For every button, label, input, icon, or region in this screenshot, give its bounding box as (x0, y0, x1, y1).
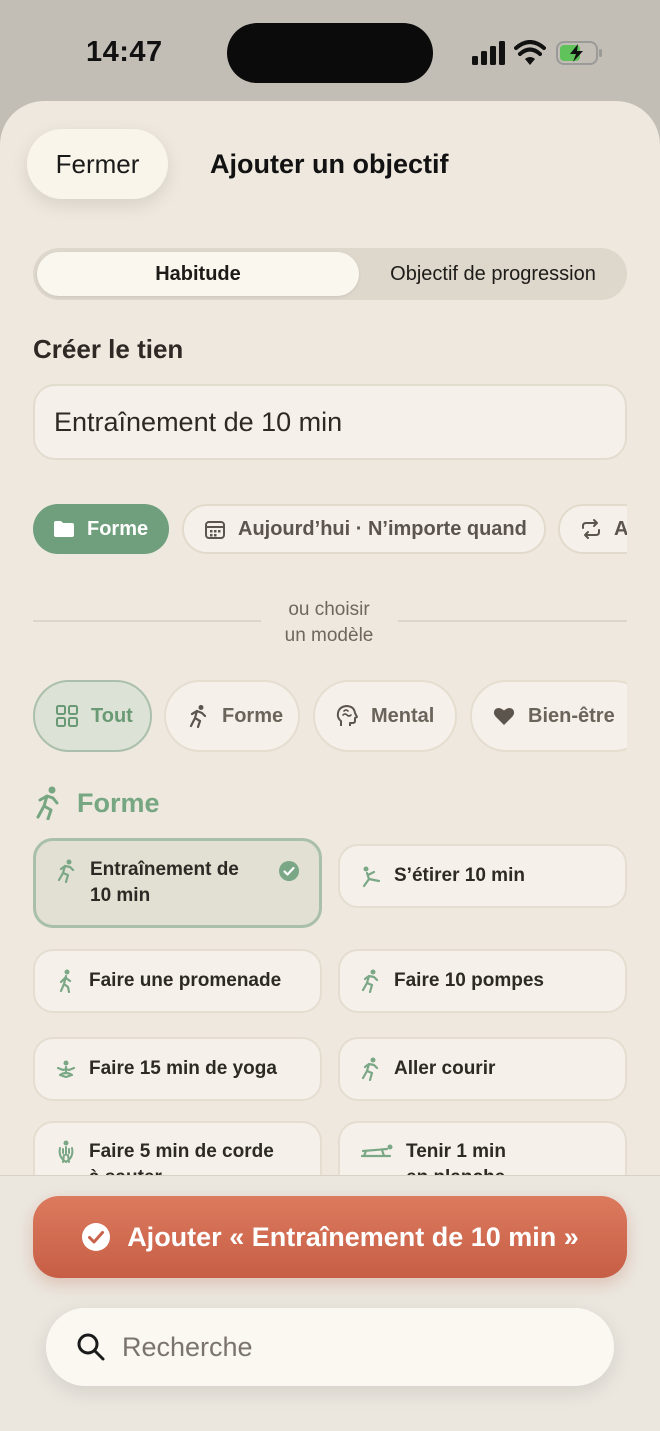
running-icon (57, 859, 75, 883)
plank-icon (360, 1144, 393, 1158)
template-divider-text: ou choisir un modèle (262, 597, 396, 649)
add-goal-button-label: Ajouter « Entraînement de 10 min » (127, 1221, 579, 1252)
template-card[interactable]: Faire une promenade (33, 949, 322, 1013)
template-card[interactable]: Entraînement de 10 min (33, 838, 322, 928)
segment-habit[interactable]: Habitude (37, 252, 359, 296)
template-card-label: Faire 10 pompes (394, 970, 544, 991)
template-card-label: Faire 15 min de yoga (89, 1058, 277, 1079)
template-card-line: Faire 5 min de corde (89, 1141, 274, 1162)
template-card-text: Entraînement de 10 min (90, 857, 239, 909)
search-bar[interactable] (46, 1308, 614, 1386)
category-chip[interactable]: Forme (33, 504, 169, 554)
divider-line-right (398, 620, 627, 622)
grid-icon (56, 705, 78, 727)
running-icon (36, 786, 59, 820)
repeat-icon (582, 519, 600, 539)
search-input[interactable] (122, 1331, 562, 1363)
repeat-chip[interactable]: A (558, 504, 627, 554)
wifi-icon (514, 40, 546, 65)
goal-name-input[interactable] (33, 384, 627, 460)
yoga-icon (56, 1060, 76, 1079)
jump-rope-icon (58, 1140, 74, 1163)
create-own-label: Créer le tien (33, 334, 184, 364)
dynamic-island (227, 23, 433, 83)
bottom-action-panel: Ajouter « Entraînement de 10 min » (0, 1175, 660, 1431)
sheet-title: Ajouter un objectif (210, 149, 449, 179)
add-goal-sheet: Fermer Ajouter un objectif Habitude Obje… (0, 101, 660, 1431)
status-time: 14:47 (86, 36, 163, 68)
template-card[interactable]: Faire 15 min de yoga (33, 1037, 322, 1101)
category-chip-label: Forme (87, 517, 149, 540)
filter-wellbeing-label: Bien-être (528, 704, 615, 727)
filter-mental[interactable]: Mental (313, 680, 457, 752)
divider-line-2: un modèle (284, 625, 374, 646)
template-card-label: Aller courir (394, 1058, 496, 1079)
stretch-icon (362, 866, 381, 888)
divider-line-left (33, 620, 261, 622)
battery-charging-icon (556, 41, 602, 65)
goal-options-row: Forme Aujourd’hui · N’importe quand A (33, 504, 627, 554)
template-category-filter: Tout Forme Mental Bien-être (33, 680, 627, 752)
divider-line-1: ou choisir (288, 599, 370, 620)
checkmark-circle-icon (82, 1223, 111, 1251)
filter-mental-label: Mental (371, 704, 435, 727)
running-icon (361, 969, 379, 993)
filter-fitness[interactable]: Forme (164, 680, 300, 752)
folder-icon (54, 521, 74, 537)
filter-all-label: Tout (91, 704, 133, 727)
filter-fitness-label: Forme (222, 704, 284, 727)
template-card[interactable]: Aller courir (338, 1037, 627, 1101)
brain-icon (336, 705, 358, 726)
segment-progress-goal[interactable]: Objectif de progression (363, 252, 623, 296)
template-card-line: 10 min (90, 885, 151, 906)
template-group-header: Forme (33, 783, 160, 823)
running-icon (189, 705, 207, 728)
cellular-signal-icon (472, 41, 505, 65)
heart-icon (493, 707, 515, 725)
close-button[interactable]: Fermer (27, 129, 168, 199)
template-card-label: S’étirer 10 min (394, 865, 525, 886)
template-card-line: Tenir 1 min (406, 1141, 506, 1162)
template-card[interactable]: S’étirer 10 min (338, 844, 627, 908)
repeat-chip-label: A (614, 517, 627, 540)
add-goal-button[interactable]: Ajouter « Entraînement de 10 min » (33, 1196, 627, 1278)
selected-check-icon (279, 861, 299, 881)
goal-type-segmented-control: Habitude Objectif de progression (33, 248, 627, 300)
status-bar: 14:47 (0, 0, 660, 100)
filter-wellbeing[interactable]: Bien-être (470, 680, 627, 752)
template-card-label: Faire une promenade (89, 970, 282, 991)
filter-all[interactable]: Tout (33, 680, 152, 752)
search-icon (77, 1333, 105, 1361)
template-card-line: Entraînement de (90, 859, 239, 880)
template-card[interactable]: Faire 10 pompes (338, 949, 627, 1013)
calendar-icon (205, 521, 225, 539)
running-icon (361, 1057, 379, 1081)
schedule-chip[interactable]: Aujourd’hui · N’importe quand (182, 504, 546, 554)
walk-icon (59, 969, 72, 993)
template-group-title: Forme (77, 787, 160, 818)
schedule-chip-label: Aujourd’hui · N’importe quand (238, 517, 527, 540)
